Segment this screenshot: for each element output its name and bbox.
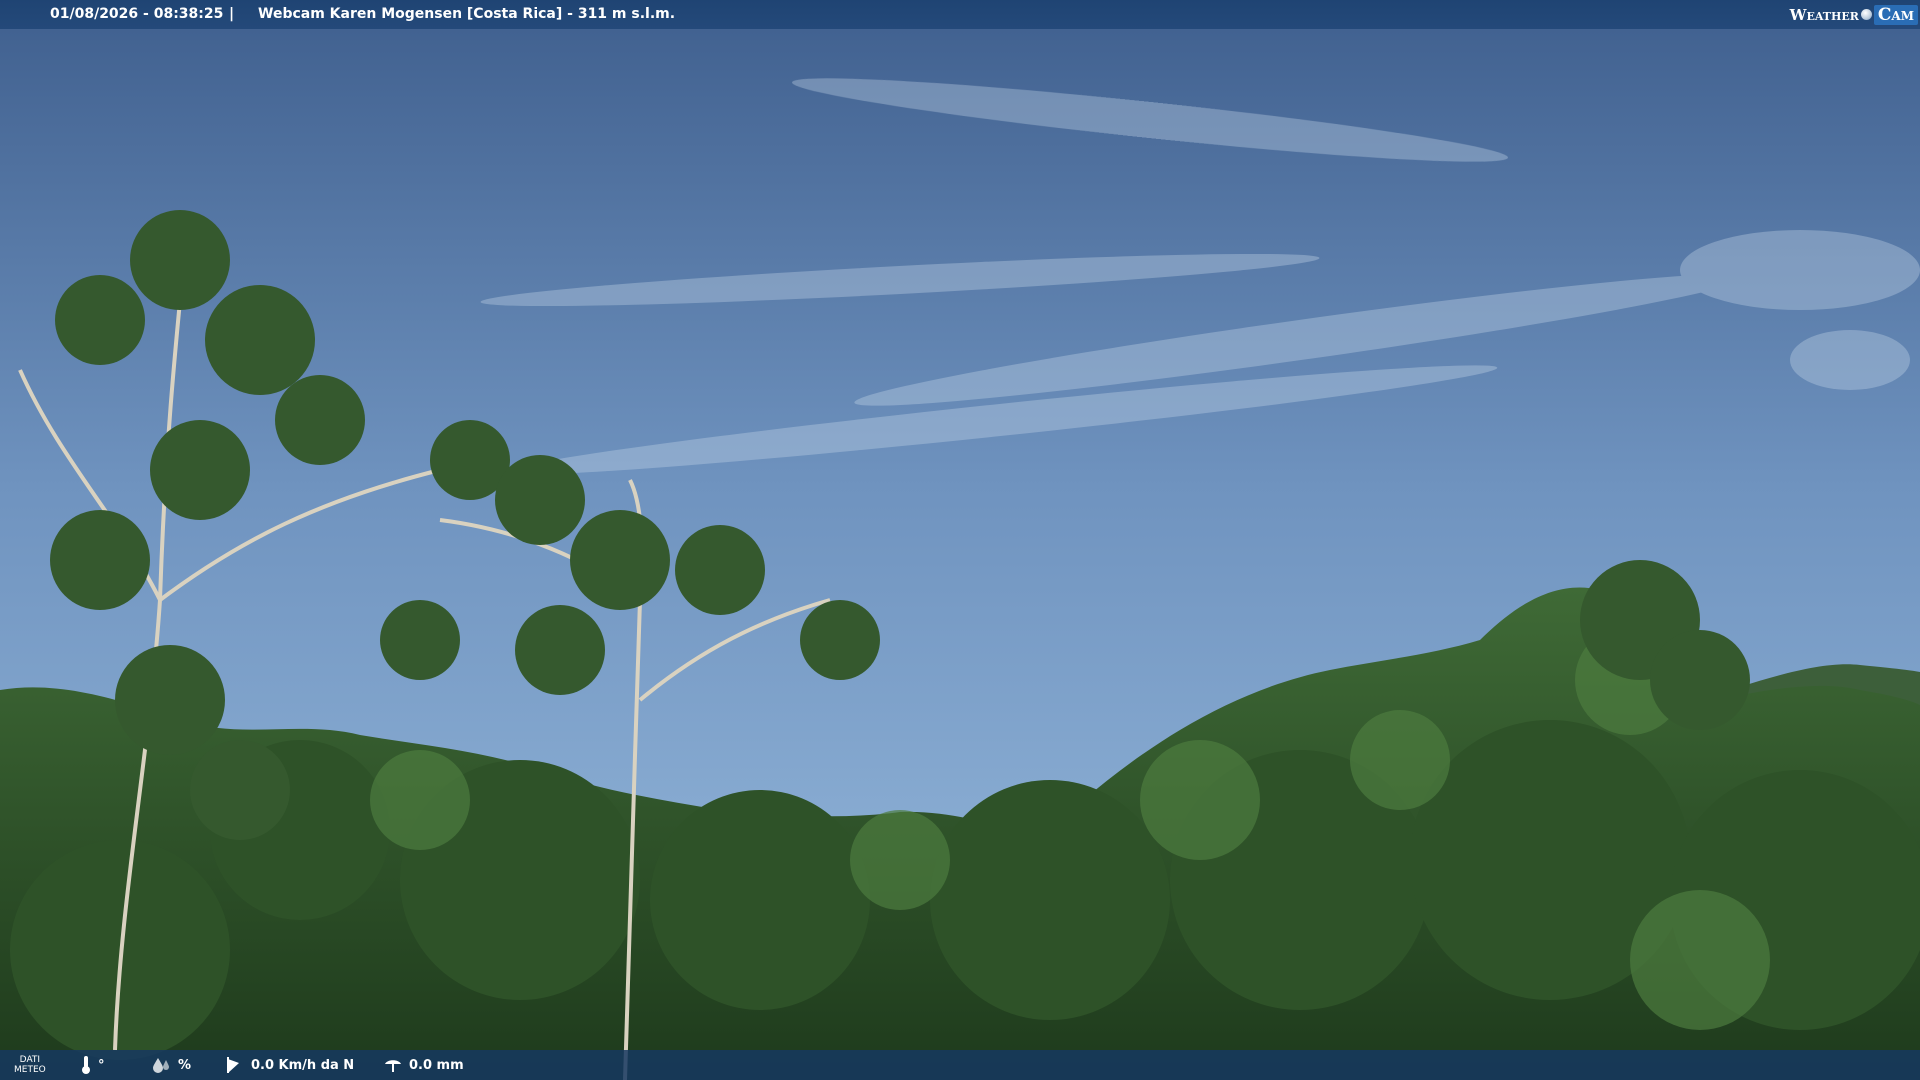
webcam-title: Webcam Karen Mogensen [Costa Rica] - 311… <box>258 6 676 22</box>
rain-value: 0.0 mm <box>409 1057 464 1073</box>
wind-icon <box>227 1057 239 1073</box>
humidity-icon <box>153 1058 169 1073</box>
temperature-reading: ° <box>80 1050 105 1080</box>
temperature-value: ° <box>98 1057 105 1073</box>
landscape-photo <box>0 0 1920 1080</box>
title-bar: 01/08/2026 - 08:38:25 | Webcam Karen Mog… <box>0 0 1920 29</box>
weather-data-bar: DATI METEO ° % 0.0 Km/h da N 0.0 mm <box>0 1050 1920 1080</box>
humidity-value: % <box>178 1057 192 1073</box>
rain-reading: 0.0 mm <box>383 1050 464 1080</box>
logo-text-weather: Weather <box>1789 5 1859 24</box>
wind-value: 0.0 Km/h da N <box>251 1057 355 1073</box>
webcam-image <box>0 0 1920 1080</box>
logo-globe-icon <box>1860 9 1872 20</box>
thermometer-icon <box>82 1056 90 1074</box>
timestamp: 01/08/2026 - 08:38:25 <box>50 6 224 22</box>
rain-icon <box>385 1060 401 1072</box>
title-separator: | <box>229 6 235 22</box>
dati-meteo-label[interactable]: DATI METEO <box>14 1050 46 1080</box>
weathercam-logo[interactable]: Weather Cam <box>1790 2 1918 27</box>
humidity-reading: % <box>150 1050 191 1080</box>
logo-text-cam: Cam <box>1873 4 1918 25</box>
wind-reading: 0.0 Km/h da N <box>225 1050 354 1080</box>
